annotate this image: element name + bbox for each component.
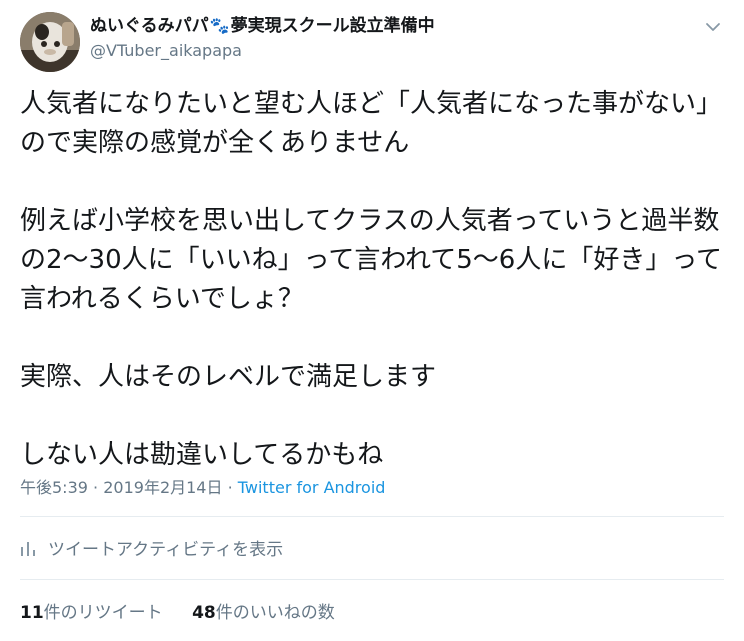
tweet-header: ぬいぐるみパパ🐾夢実現スクール設立準備中 @VTuber_aikapapa [20, 12, 724, 76]
likes-stat[interactable]: 48件のいいねの数 [192, 598, 335, 623]
meta-separator: · [227, 478, 233, 497]
avatar[interactable] [20, 12, 80, 72]
user-handle[interactable]: @VTuber_aikapapa [90, 40, 435, 62]
avatar-image [20, 12, 80, 72]
tweet-stats: 11件のリツイート 48件のいいねの数 [20, 598, 359, 623]
display-name-suffix: 夢実現スクール設立準備中 [230, 16, 435, 36]
view-activity-link[interactable]: ツイートアクティビティを表示 [20, 535, 283, 560]
retweets-count: 11 [20, 603, 44, 623]
retweets-label: 件のリツイート [43, 603, 163, 623]
tweet-metadata: 午後5:39 · 2019年2月14日 · Twitter for Androi… [20, 474, 385, 498]
user-names: ぬいぐるみパパ🐾夢実現スクール設立準備中 @VTuber_aikapapa [90, 14, 435, 62]
activity-bars-icon [21, 541, 35, 556]
likes-label: 件のいいねの数 [215, 603, 335, 623]
tweet-card: ぬいぐるみパパ🐾夢実現スクール設立準備中 @VTuber_aikapapa 人気… [0, 0, 744, 641]
likes-count: 48 [192, 603, 216, 623]
display-name-text: ぬいぐるみパパ [90, 16, 209, 36]
retweets-stat[interactable]: 11件のリツイート [20, 598, 163, 623]
tweet-text: 人気者になりたいと望む人ほど「人気者になった事がない」ので実際の感覚が全くありま… [20, 89, 723, 470]
paw-prints-icon: 🐾 [209, 16, 230, 35]
display-name[interactable]: ぬいぐるみパパ🐾夢実現スクール設立準備中 [90, 14, 435, 38]
meta-separator: · [93, 478, 99, 497]
tweet-source-link[interactable]: Twitter for Android [238, 478, 386, 497]
divider [20, 579, 724, 580]
view-activity-label: ツイートアクティビティを表示 [48, 540, 284, 560]
chevron-down-icon[interactable] [704, 18, 722, 36]
tweet-time[interactable]: 午後5:39 [20, 478, 88, 497]
tweet-date[interactable]: 2019年2月14日 [103, 478, 222, 497]
divider [20, 516, 724, 517]
